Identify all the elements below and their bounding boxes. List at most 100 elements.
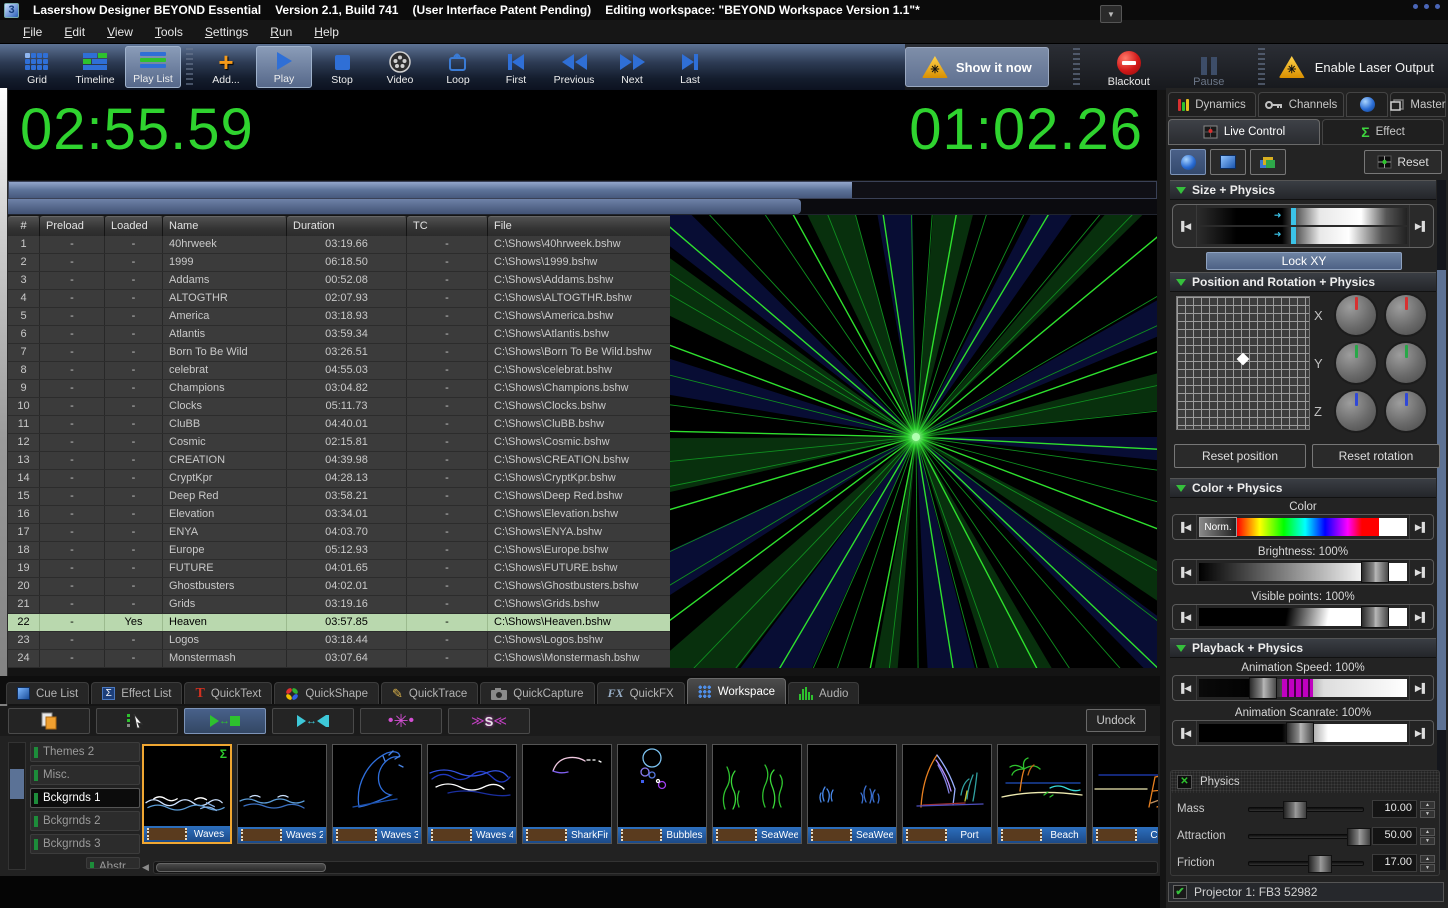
slider-min-button[interactable]: ▐◀	[1173, 515, 1197, 539]
slider-min-button[interactable]: ▐◀	[1173, 676, 1197, 700]
panel-tab-live-control[interactable]: Live Control	[1168, 119, 1320, 145]
menu-item-edit[interactable]: Edit	[55, 23, 94, 41]
cue-thumbnail-port[interactable]: Port	[902, 744, 992, 844]
mass-spinner[interactable]: ▲▼	[1420, 801, 1435, 818]
color-rainbow-track[interactable]	[1237, 518, 1379, 536]
z-rotation-knob[interactable]	[1386, 391, 1426, 431]
tab-audio[interactable]: Audio	[788, 682, 859, 704]
slider-min-button[interactable]: ▐◀	[1173, 605, 1197, 629]
z-position-knob[interactable]	[1336, 391, 1376, 431]
section-header-playback-physics[interactable]: Playback + Physics	[1170, 638, 1436, 658]
reset-button[interactable]: Reset	[1364, 150, 1442, 174]
s-burst-button[interactable]: ≫S≪	[448, 708, 530, 734]
pages-button[interactable]	[8, 708, 90, 734]
slider-min-button[interactable]: ▐◀	[1173, 721, 1197, 745]
play-loop-button[interactable]: ↔	[184, 708, 266, 734]
tab-workspace[interactable]: Workspace	[687, 678, 786, 704]
size-y-slider[interactable]: ➜	[1199, 227, 1407, 244]
play-list-button[interactable]: Play List	[125, 46, 181, 88]
animation-speed-handle[interactable]	[1249, 677, 1277, 699]
panel-scrollbar-thumb[interactable]	[1437, 270, 1446, 730]
cue-thumbnail-waves-3[interactable]: Waves 3	[332, 744, 422, 844]
window-buttons[interactable]	[1413, 4, 1440, 9]
slider-max-button[interactable]: ▶▌	[1409, 605, 1433, 629]
scrollbar-thumb[interactable]	[156, 863, 326, 872]
add--button[interactable]: +Add...	[198, 46, 254, 88]
panel-scrollbar[interactable]	[1437, 180, 1446, 870]
attraction-value[interactable]: 50.00	[1372, 827, 1417, 845]
play-skip-button[interactable]: ↔	[272, 708, 354, 734]
loop-button[interactable]: Loop	[430, 46, 486, 88]
laser-preview-window[interactable]	[670, 215, 1157, 668]
x-position-knob[interactable]	[1336, 295, 1376, 335]
cue-thumbnail-bubbles[interactable]: Bubbles	[617, 744, 707, 844]
y-position-knob[interactable]	[1336, 343, 1376, 383]
tab-quickshape[interactable]: QuickShape	[274, 682, 379, 704]
menu-item-view[interactable]: View	[98, 23, 142, 41]
friction-spinner[interactable]: ▲▼	[1420, 855, 1435, 872]
category-bckgrnds-2[interactable]: Bckgrnds 2	[30, 811, 140, 831]
stop-button[interactable]: Stop	[314, 46, 370, 88]
thumbnail-scrollbar[interactable]: ◀	[142, 860, 1158, 874]
show-it-now-button[interactable]: ✳Show it now	[905, 47, 1049, 87]
tab-cue-list[interactable]: Cue List	[6, 682, 89, 704]
cue-thumbnail-beach[interactable]: Beach	[997, 744, 1087, 844]
size-x-slider[interactable]: ➜	[1199, 208, 1407, 225]
y-rotation-knob[interactable]	[1386, 343, 1426, 383]
section-header-size-physics[interactable]: Size + Physics	[1170, 180, 1436, 200]
pause-button[interactable]: Pause	[1174, 46, 1244, 88]
menu-item-settings[interactable]: Settings	[196, 23, 257, 41]
column-header-num[interactable]: #	[8, 216, 40, 236]
tab-effect-list[interactable]: ΣEffect List	[91, 682, 182, 704]
menu-item-help[interactable]: Help	[305, 23, 348, 41]
physics-header[interactable]: ✕Physics	[1171, 771, 1439, 793]
category-bckgrnds-1[interactable]: Bckgrnds 1	[30, 788, 140, 808]
mass-value[interactable]: 10.00	[1372, 800, 1417, 818]
timeline-button[interactable]: Timeline	[67, 46, 123, 88]
mass-slider-thumb[interactable]	[1283, 801, 1307, 819]
lock-xy-button[interactable]: Lock XY	[1206, 252, 1402, 270]
menu-item-tools[interactable]: Tools	[146, 23, 192, 41]
blackout-button[interactable]: Blackout	[1094, 46, 1164, 88]
slider-max-button[interactable]: ▶▌	[1409, 676, 1433, 700]
brightness-slider[interactable]: ▐◀ ▶▌	[1172, 559, 1434, 585]
animation-scanrate-handle[interactable]	[1286, 722, 1314, 744]
friction-value[interactable]: 17.00	[1372, 854, 1417, 872]
cue-thumbnail-waves[interactable]: ΣWaves	[142, 744, 232, 844]
column-header-loaded[interactable]: Loaded	[105, 216, 163, 236]
animation-speed-track[interactable]	[1199, 679, 1407, 697]
slider-max-button[interactable]: ▶▌	[1409, 515, 1433, 539]
cursor-grid-button[interactable]	[96, 708, 178, 734]
previous-button[interactable]: Previous	[546, 46, 602, 88]
video-button[interactable]: Video	[372, 46, 428, 88]
tab-overflow-dropdown[interactable]: ▼	[1100, 5, 1122, 23]
grid-button[interactable]: Grid	[9, 46, 65, 88]
star-burst-button[interactable]: •✳•	[360, 708, 442, 734]
cue-thumbnail-seaweed[interactable]: SeaWeed	[712, 744, 802, 844]
color-slider[interactable]: ▐◀ Norm. ▶▌	[1172, 514, 1434, 540]
size-slider-group[interactable]: ▐◀ ➜ ➜ ▶▌	[1172, 204, 1434, 248]
animation-scanrate-track[interactable]	[1199, 724, 1407, 742]
category-abstr[interactable]: Abstr	[86, 857, 140, 869]
column-header-preload[interactable]: Preload	[40, 216, 105, 236]
first-button[interactable]: First	[488, 46, 544, 88]
scrollbar-track[interactable]	[153, 861, 1158, 874]
slider-max-button[interactable]: ▶▌	[1409, 560, 1433, 584]
brightness-handle[interactable]	[1361, 561, 1389, 583]
color-mode-chip[interactable]: Norm.	[1199, 517, 1237, 537]
attraction-slider[interactable]	[1248, 834, 1364, 839]
reset-rotation-button[interactable]: Reset rotation	[1312, 444, 1440, 468]
friction-slider[interactable]	[1248, 861, 1364, 866]
slider-max-button[interactable]: ▶▌	[1409, 205, 1433, 247]
slider-min-button[interactable]: ▐◀	[1173, 205, 1197, 247]
tab-quickcapture[interactable]: QuickCapture	[480, 682, 594, 704]
animation-speed-slider[interactable]: ▐◀ ▶▌	[1172, 675, 1434, 701]
color-white-segment[interactable]	[1379, 518, 1407, 536]
cue-thumbnail-sharkfin[interactable]: SharkFin	[522, 744, 612, 844]
enable-laser-output-button[interactable]: ✳Enable Laser Output	[1279, 56, 1434, 78]
slider-min-button[interactable]: ▐◀	[1173, 560, 1197, 584]
panel-tab-master[interactable]: Master	[1390, 92, 1446, 117]
attraction-slider-thumb[interactable]	[1347, 828, 1371, 846]
column-header-duration[interactable]: Duration	[287, 216, 407, 236]
mode-globe-button[interactable]	[1170, 149, 1206, 175]
